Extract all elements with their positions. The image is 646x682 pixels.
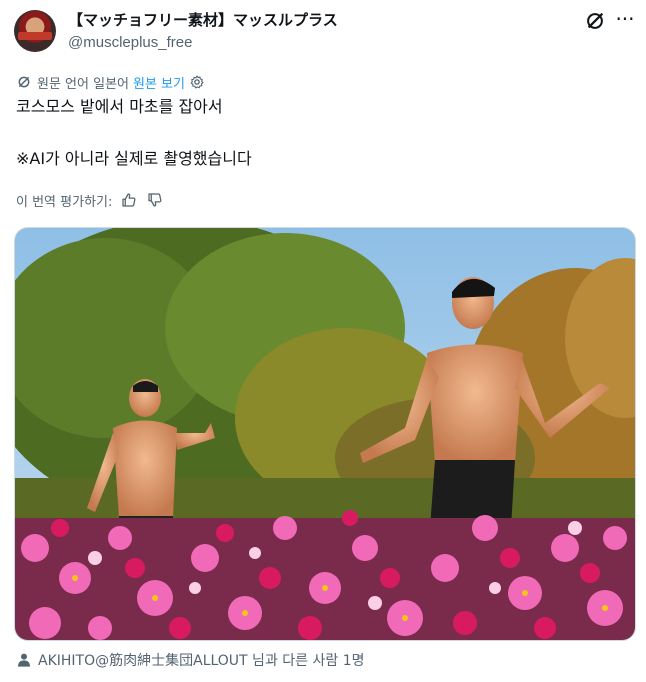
tweet-text: 코스모스 밭에서 마초를 잡아서 ※AI가 아니라 실제로 촬영했습니다 [16,95,626,171]
grok-icon [18,76,30,88]
person-icon [18,653,30,667]
tweet-line: 코스모스 밭에서 마초를 잡아서 [16,97,223,116]
rate-label: 이 번역 평가하기: [16,194,113,210]
show-original-link[interactable]: 원본 보기 [133,73,185,92]
rate-translation-row: 이 번역 평가하기: [16,188,164,212]
avatar[interactable] [14,10,56,52]
thumbs-up-icon[interactable] [120,191,138,209]
translation-row: 원문 언어 일본어 원본 보기 [16,72,205,92]
author-block[interactable]: 【マッチョフリー素材】マッスルプラス @muscleplus_free [68,9,338,51]
photo-illustration [15,228,635,640]
thumbs-down-icon[interactable] [146,191,164,209]
tweet-line: ※AI가 아니라 실제로 촬영했습니다 [16,149,252,168]
tagged-users-row[interactable]: AKIHITO@筋肉紳士集団ALLOUT 님과 다른 사람 1명 [16,649,364,671]
tagged-users-text[interactable]: AKIHITO@筋肉紳士集団ALLOUT 님과 다른 사람 1명 [38,650,364,670]
handle[interactable]: @muscleplus_free [68,34,338,51]
grok-icon[interactable] [584,10,606,32]
tweet-photo[interactable] [14,227,636,641]
more-icon[interactable]: ··· [614,8,636,30]
gear-icon[interactable] [189,74,205,90]
translation-note: 원문 언어 일본어 [37,76,129,92]
tweet-header: 【マッチョフリー素材】マッスルプラス @muscleplus_free ··· [14,8,636,54]
display-name[interactable]: 【マッチョフリー素材】マッスルプラス [68,9,338,30]
